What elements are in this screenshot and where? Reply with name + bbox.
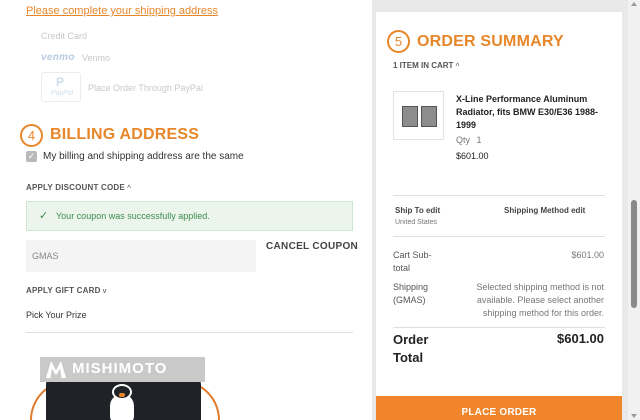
page-scrollbar[interactable] <box>628 0 640 420</box>
chevron-down-icon: v <box>102 288 107 295</box>
shipping-value: Selected shipping method is not availabl… <box>476 282 604 318</box>
product-thumbnail[interactable] <box>393 91 444 140</box>
billing-address-title: BILLING ADDRESS <box>50 126 200 143</box>
paypal-logo-text: PayPal <box>51 90 74 97</box>
order-summary-title: ORDER SUMMARY <box>417 33 564 50</box>
mishimoto-logo-icon <box>46 361 66 378</box>
radiator-image-right <box>421 106 437 127</box>
same-address-checkbox[interactable]: ✓ <box>26 151 37 162</box>
divider <box>393 236 605 237</box>
paypal-option[interactable]: Place Order Through PayPal <box>88 83 203 93</box>
mishimoto-banner-text: MISHIMOTO <box>72 360 168 377</box>
ship-to-edit-link[interactable]: edit <box>426 206 440 215</box>
scroll-up-arrow-icon[interactable] <box>631 2 637 6</box>
product-quantity: Qty 1 <box>456 135 482 145</box>
product-price: $601.00 <box>456 151 489 161</box>
ship-to-header: Ship To edit <box>395 206 440 215</box>
items-in-cart-label: 1 ITEM IN CART <box>393 61 454 70</box>
shipping-method-label: Shipping Method <box>504 206 569 215</box>
cart-subtotal-value: $601.00 <box>571 250 604 260</box>
cart-subtotal-label: Cart Sub-total <box>393 250 432 273</box>
penguin-beak <box>119 393 125 397</box>
product-name: X-Line Performance Aluminum Radiator, fi… <box>456 94 599 130</box>
gift-card-label: APPLY GIFT CARD <box>26 286 101 295</box>
ship-to-country: United States <box>395 219 438 226</box>
discount-code-input[interactable]: GMAS <box>26 240 256 272</box>
prize-bag-image[interactable] <box>46 380 201 420</box>
scrollbar-thumb[interactable] <box>631 200 637 308</box>
shipping-method-edit-link[interactable]: edit <box>571 206 585 215</box>
divider <box>26 332 353 333</box>
summary-step-number: 5 <box>387 30 410 53</box>
chevron-up-icon: ^ <box>455 63 460 70</box>
venmo-logo: venmo <box>41 52 75 63</box>
qty-label: Qty <box>456 135 471 145</box>
success-check-icon: ✓ <box>39 210 49 222</box>
check-icon: ✓ <box>27 151 36 161</box>
scroll-down-arrow-icon[interactable] <box>631 414 637 418</box>
order-total-label: Order Total <box>393 332 429 365</box>
ship-to-label: Ship To <box>395 206 424 215</box>
venmo-option[interactable]: Venmo <box>82 53 110 63</box>
discount-code-value: GMAS <box>32 251 59 261</box>
items-in-cart-toggle[interactable]: 1 ITEM IN CART ^ <box>393 61 460 70</box>
paypal-logo: P PayPal <box>41 72 81 102</box>
place-order-button[interactable]: PLACE ORDER <box>376 396 622 420</box>
discount-label: APPLY DISCOUNT CODE <box>26 183 125 192</box>
shipping-method-header: Shipping Method edit <box>504 206 585 215</box>
credit-card-option[interactable]: Credit Card <box>41 31 87 41</box>
qty-value: 1 <box>476 135 482 145</box>
order-total-value: $601.00 <box>557 331 604 346</box>
penguin-head <box>112 384 132 400</box>
paypal-logo-mark: P <box>56 75 65 89</box>
same-address-label[interactable]: My billing and shipping address are the … <box>43 151 244 162</box>
cancel-coupon-button[interactable]: CANCEL COUPON <box>266 241 358 252</box>
complete-shipping-address-link[interactable]: Please complete your shipping address <box>26 5 218 17</box>
shipping-label: Shipping (GMAS) <box>393 282 429 305</box>
pick-your-prize-label: Pick Your Prize <box>26 310 87 320</box>
apply-gift-card-toggle[interactable]: APPLY GIFT CARD v <box>26 286 107 295</box>
billing-step-number: 4 <box>20 124 43 147</box>
chevron-up-icon: ^ <box>126 185 132 192</box>
divider <box>393 327 605 328</box>
coupon-success-text: Your coupon was successfully applied. <box>56 211 210 221</box>
divider <box>393 195 605 196</box>
apply-discount-code-toggle[interactable]: APPLY DISCOUNT CODE ^ <box>26 183 131 192</box>
coupon-success-message: ✓ Your coupon was successfully applied. <box>26 201 353 231</box>
mishimoto-banner: MISHIMOTO <box>40 357 205 382</box>
radiator-image-left <box>402 106 418 127</box>
